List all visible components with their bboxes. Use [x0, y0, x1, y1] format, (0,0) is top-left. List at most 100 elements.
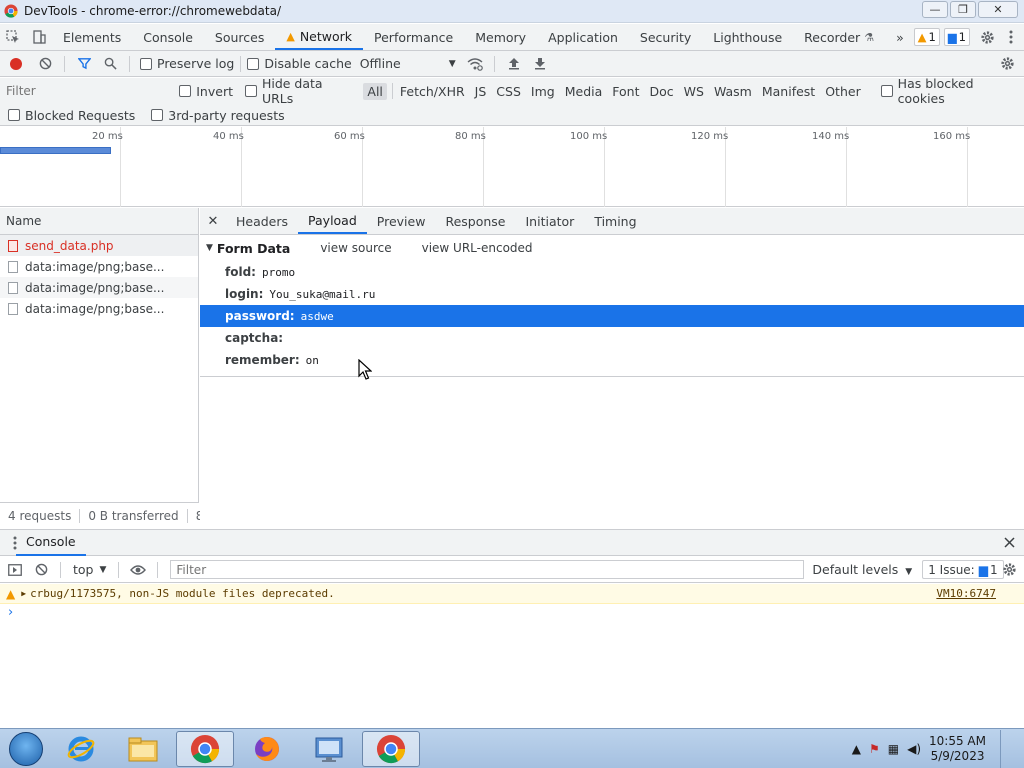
- clear-icon[interactable]: [32, 51, 58, 77]
- blocked-requests-checkbox[interactable]: Blocked Requests: [8, 108, 135, 123]
- blocked-requests-box[interactable]: [8, 109, 20, 121]
- has-blocked-cookies-box[interactable]: [880, 85, 893, 97]
- tab-performance[interactable]: Performance: [363, 24, 464, 50]
- network-filter-input[interactable]: [0, 81, 168, 101]
- maximize-button[interactable]: ❐: [950, 1, 976, 18]
- taskbar-firefox[interactable]: [238, 731, 296, 767]
- disable-cache-checkbox[interactable]: Disable cache: [247, 56, 352, 71]
- type-filter-manifest[interactable]: Manifest: [758, 83, 819, 100]
- taskbar-chrome[interactable]: [176, 730, 234, 767]
- form-field-password[interactable]: password: asdwe: [200, 305, 1024, 327]
- filter-funnel-icon[interactable]: [71, 51, 97, 77]
- close-window-button[interactable]: ✕: [978, 1, 1018, 18]
- warnings-badge[interactable]: ▲ 1: [913, 28, 940, 46]
- type-filter-fetch-xhr[interactable]: Fetch/XHR: [396, 83, 469, 100]
- messages-badge[interactable]: ▆ 1: [943, 28, 970, 46]
- minimize-button[interactable]: —: [922, 1, 948, 18]
- tab-sources[interactable]: Sources: [204, 24, 275, 50]
- request-row[interactable]: data:image/png;base...: [0, 277, 198, 298]
- form-field-login[interactable]: login: You_suka@mail.ru: [200, 283, 1024, 305]
- inspect-element-icon[interactable]: [0, 24, 26, 50]
- record-button[interactable]: [10, 57, 22, 70]
- has-blocked-cookies-checkbox[interactable]: Has blocked cookies: [880, 76, 1024, 106]
- show-desktop-button[interactable]: [1000, 730, 1010, 768]
- console-sidebar-toggle-icon[interactable]: [2, 557, 28, 583]
- tab-payload[interactable]: Payload: [298, 208, 367, 234]
- tab-lighthouse[interactable]: Lighthouse: [702, 24, 793, 50]
- console-prompt-chevron-icon[interactable]: ›: [8, 605, 13, 620]
- form-field-captcha[interactable]: captcha:: [200, 327, 1024, 349]
- console-message-source-link[interactable]: VM10:6747: [936, 587, 996, 600]
- network-conditions-icon[interactable]: [462, 51, 488, 77]
- expand-arrow-icon[interactable]: ▶: [21, 589, 26, 598]
- tab-security[interactable]: Security: [629, 24, 702, 50]
- console-filter-input[interactable]: [170, 560, 805, 579]
- javascript-context-select[interactable]: top ▼: [67, 562, 112, 577]
- tab-memory[interactable]: Memory: [464, 24, 537, 50]
- taskbar-file-explorer[interactable]: [114, 731, 172, 767]
- live-expression-eye-icon[interactable]: [125, 557, 151, 583]
- type-filter-css[interactable]: CSS: [492, 83, 525, 100]
- preserve-log-box[interactable]: [140, 57, 152, 70]
- name-column-header[interactable]: Name: [0, 208, 198, 235]
- type-filter-other[interactable]: Other: [821, 83, 865, 100]
- issues-button[interactable]: 1 Issue: ▆ 1: [922, 560, 1004, 579]
- settings-gear-icon[interactable]: [974, 24, 1000, 50]
- request-row[interactable]: data:image/png;base...: [0, 256, 198, 277]
- taskbar-control-panel[interactable]: [300, 731, 358, 767]
- hide-data-urls-checkbox[interactable]: Hide data URLs: [245, 76, 357, 106]
- disable-cache-box[interactable]: [247, 57, 260, 70]
- third-party-requests-checkbox[interactable]: 3rd-party requests: [151, 108, 285, 123]
- log-levels-select[interactable]: Default levels ▼: [812, 562, 912, 577]
- close-details-icon[interactable]: ✕: [200, 214, 226, 229]
- close-drawer-icon[interactable]: [996, 530, 1022, 556]
- start-button[interactable]: [4, 730, 48, 768]
- tab-preview[interactable]: Preview: [367, 208, 436, 234]
- type-filter-font[interactable]: Font: [608, 83, 643, 100]
- action-center-flag-icon[interactable]: ⚑: [869, 742, 880, 756]
- kebab-menu-icon[interactable]: [1004, 24, 1018, 50]
- request-row[interactable]: data:image/png;base...: [0, 298, 198, 319]
- console-settings-gear-icon[interactable]: [996, 557, 1022, 583]
- import-har-upload-icon[interactable]: [501, 51, 527, 77]
- taskbar-clock[interactable]: 10:55 AM 5/9/2023: [929, 734, 986, 764]
- tab-console[interactable]: Console: [132, 24, 204, 50]
- form-data-section-header[interactable]: ▼ Form Data view source view URL-encoded: [200, 235, 1024, 261]
- type-filter-img[interactable]: Img: [527, 83, 559, 100]
- network-settings-gear-icon[interactable]: [994, 51, 1020, 77]
- console-warning-message[interactable]: ▲ ▶ crbug/1173575, non-JS module files d…: [0, 584, 1024, 604]
- taskbar-internet-explorer[interactable]: [52, 731, 110, 767]
- network-overview-timeline[interactable]: 20 ms 40 ms 60 ms 80 ms 100 ms 120 ms 14…: [0, 127, 1024, 207]
- volume-speaker-icon[interactable]: ◀): [907, 742, 921, 756]
- tab-recorder[interactable]: Recorder ⚗: [793, 24, 885, 50]
- device-toolbar-icon[interactable]: [26, 24, 52, 50]
- form-field-fold[interactable]: fold: promo: [200, 261, 1024, 283]
- type-filter-all[interactable]: All: [363, 82, 387, 100]
- type-filter-wasm[interactable]: Wasm: [710, 83, 756, 100]
- invert-checkbox[interactable]: Invert: [179, 84, 233, 99]
- tab-response[interactable]: Response: [435, 208, 515, 234]
- form-field-remember[interactable]: remember: on: [200, 349, 1024, 371]
- throttling-select[interactable]: Offline ▼: [360, 56, 456, 71]
- view-source-link[interactable]: view source: [320, 241, 391, 255]
- tab-application[interactable]: Application: [537, 24, 629, 50]
- invert-box[interactable]: [179, 85, 192, 97]
- type-filter-ws[interactable]: WS: [680, 83, 708, 100]
- search-icon[interactable]: [97, 51, 123, 77]
- tab-timing[interactable]: Timing: [584, 208, 646, 234]
- export-har-download-icon[interactable]: [527, 51, 553, 77]
- type-filter-doc[interactable]: Doc: [645, 83, 677, 100]
- drawer-menu-kebab-icon[interactable]: [2, 530, 28, 556]
- clear-console-icon[interactable]: [28, 557, 54, 583]
- hide-data-urls-box[interactable]: [245, 85, 257, 97]
- request-row-send-data[interactable]: send_data.php: [0, 235, 198, 256]
- preserve-log-checkbox[interactable]: Preserve log: [140, 56, 234, 71]
- type-filter-media[interactable]: Media: [561, 83, 607, 100]
- tab-initiator[interactable]: Initiator: [516, 208, 585, 234]
- show-hidden-icons-arrow-icon[interactable]: ▲: [852, 742, 861, 756]
- tab-network[interactable]: ▲ Network: [275, 24, 364, 50]
- tab-elements[interactable]: Elements: [52, 24, 132, 50]
- third-party-requests-box[interactable]: [151, 109, 164, 121]
- network-status-icon[interactable]: ▦: [888, 742, 899, 756]
- view-url-encoded-link[interactable]: view URL-encoded: [422, 241, 533, 255]
